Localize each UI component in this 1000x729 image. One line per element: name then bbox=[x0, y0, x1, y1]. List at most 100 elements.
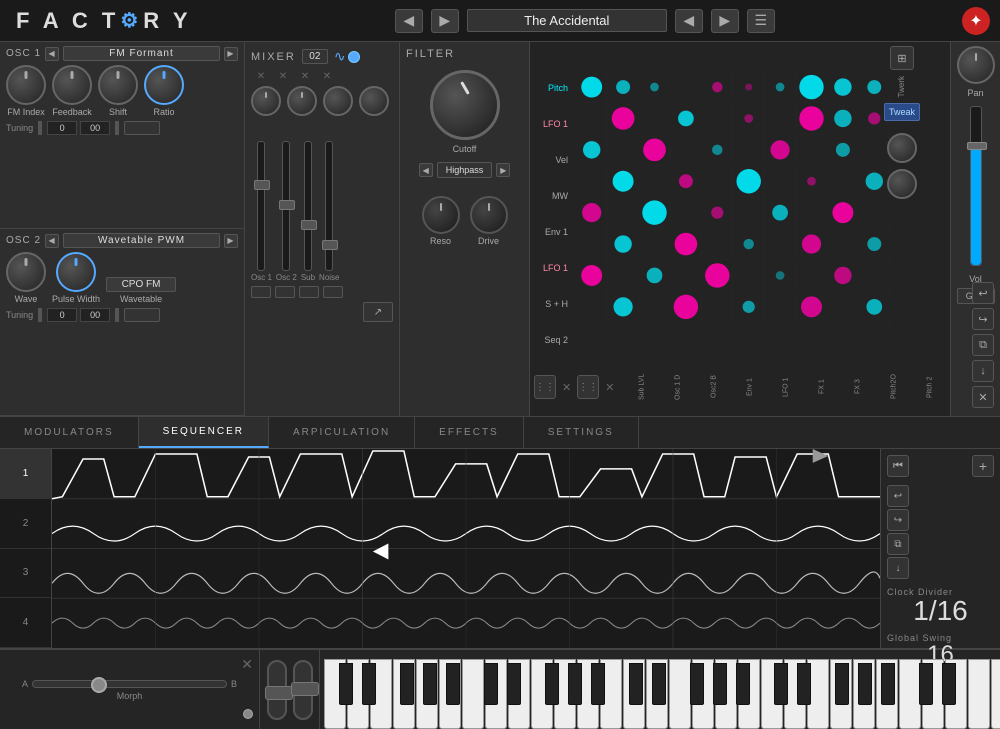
tab-sequencer[interactable]: SEQUENCER bbox=[139, 417, 269, 448]
osc1-prev-btn[interactable]: ◀ bbox=[45, 47, 59, 61]
key-black-1[interactable] bbox=[339, 663, 353, 705]
key-black-17[interactable] bbox=[797, 663, 811, 705]
morph-slider[interactable] bbox=[32, 680, 227, 688]
mixer-mute-osc1[interactable]: ✕ bbox=[251, 71, 271, 82]
key-black-11[interactable] bbox=[629, 663, 643, 705]
mixer-mute-osc2[interactable]: ✕ bbox=[273, 71, 293, 82]
seq-row-1[interactable]: 1 bbox=[0, 449, 51, 499]
mixer-number[interactable]: 02 bbox=[302, 49, 328, 64]
back-button[interactable]: ◀ bbox=[395, 9, 423, 33]
osc1-type[interactable]: FM Formant bbox=[63, 46, 220, 61]
key-black-10[interactable] bbox=[591, 663, 605, 705]
mixer-mute-sub[interactable]: ✕ bbox=[295, 71, 315, 82]
mixer-circle-icon[interactable] bbox=[348, 51, 360, 63]
forward-button[interactable]: ▶ bbox=[431, 9, 459, 33]
key-black-18[interactable] bbox=[835, 663, 849, 705]
mixer-fader-track-osc2[interactable] bbox=[282, 141, 290, 271]
seq-side-icon-5[interactable]: ✕ bbox=[972, 386, 994, 408]
mod-wheel-thumb[interactable] bbox=[291, 682, 319, 696]
tab-settings[interactable]: SETTINGS bbox=[524, 417, 639, 448]
pan-knob[interactable] bbox=[957, 46, 995, 84]
seq-side-icon-1[interactable]: ↩ bbox=[972, 282, 994, 304]
filter-next-btn[interactable]: ▶ bbox=[496, 163, 510, 177]
mixer-fader-thumb-osc2[interactable] bbox=[279, 200, 295, 210]
key-black-8[interactable] bbox=[545, 663, 559, 705]
osc1-tuning-piano[interactable] bbox=[124, 121, 160, 135]
seq-side-icon-4[interactable]: ↓ bbox=[972, 360, 994, 382]
mixer-route-btn[interactable]: ↗ bbox=[363, 302, 393, 322]
seq-side-icon-3[interactable]: ⧉ bbox=[972, 334, 994, 356]
osc1-feedback-knob[interactable] bbox=[52, 65, 92, 105]
tab-effects[interactable]: EFFECTS bbox=[415, 417, 524, 448]
osc2-tuning-piano[interactable] bbox=[124, 308, 160, 322]
osc1-tuning-coarse[interactable]: 0 bbox=[47, 121, 77, 135]
osc1-ratio-knob[interactable] bbox=[144, 65, 184, 105]
filter-reso-knob[interactable] bbox=[422, 196, 460, 234]
key-black-15[interactable] bbox=[736, 663, 750, 705]
seq-icon-1[interactable]: ↩ bbox=[887, 485, 909, 507]
osc1-shift-knob[interactable] bbox=[98, 65, 138, 105]
mod-knob-2[interactable] bbox=[887, 169, 917, 199]
mod-knob-1[interactable] bbox=[887, 133, 917, 163]
seq-row-2[interactable]: 2 bbox=[0, 499, 51, 549]
mixer-fader-track-osc1[interactable] bbox=[257, 141, 265, 271]
mixer-wave-icon[interactable]: ∿ bbox=[334, 48, 346, 65]
mixer-pan-osc2[interactable] bbox=[287, 86, 317, 116]
morph-close-btn[interactable]: ✕ bbox=[241, 656, 253, 673]
mixer-pan-osc1[interactable] bbox=[251, 86, 281, 116]
tweak-button[interactable]: Tweak bbox=[884, 103, 920, 121]
mixer-fader-thumb-noise[interactable] bbox=[322, 240, 338, 250]
mod-right-btn-1[interactable]: ⊞ bbox=[890, 46, 914, 70]
morph-dot-btn[interactable] bbox=[243, 709, 253, 719]
mixer-btn-2[interactable] bbox=[275, 286, 295, 298]
key-black-9[interactable] bbox=[568, 663, 582, 705]
key-black-14[interactable] bbox=[713, 663, 727, 705]
osc2-next-btn[interactable]: ▶ bbox=[224, 234, 238, 248]
mixer-btn-4[interactable] bbox=[323, 286, 343, 298]
mod-bottom-x-1[interactable]: ✕ bbox=[562, 381, 571, 394]
mixer-pan-noise[interactable] bbox=[359, 86, 389, 116]
vol-fader-thumb[interactable] bbox=[967, 142, 987, 150]
tab-arpiculation[interactable]: ARPICULATION bbox=[269, 417, 415, 448]
key-black-2[interactable] bbox=[362, 663, 376, 705]
mixer-btn-1[interactable] bbox=[251, 286, 271, 298]
key-black-13[interactable] bbox=[690, 663, 704, 705]
key-black-21[interactable] bbox=[919, 663, 933, 705]
tab-modulators[interactable]: MODULATORS bbox=[0, 417, 139, 448]
osc1-tuning-fine[interactable]: 00 bbox=[80, 121, 110, 135]
key-white-7[interactable] bbox=[462, 659, 484, 729]
mixer-mute-noise[interactable]: ✕ bbox=[317, 71, 337, 82]
key-black-5[interactable] bbox=[446, 663, 460, 705]
mod-bottom-icon-1[interactable]: ⋮⋮ bbox=[534, 375, 556, 399]
key-white-29[interactable] bbox=[968, 659, 990, 729]
osc1-next-btn[interactable]: ▶ bbox=[224, 47, 238, 61]
mixer-fader-thumb-sub[interactable] bbox=[301, 220, 317, 230]
next-preset-button[interactable]: ▶ bbox=[711, 9, 739, 33]
osc2-prev-btn[interactable]: ◀ bbox=[45, 234, 59, 248]
mixer-fader-thumb-osc1[interactable] bbox=[254, 180, 270, 190]
filter-type[interactable]: Highpass bbox=[437, 162, 493, 178]
key-black-12[interactable] bbox=[652, 663, 666, 705]
osc2-wavetable-btn[interactable]: CPO FM bbox=[106, 277, 176, 292]
mixer-btn-3[interactable] bbox=[299, 286, 319, 298]
osc2-tuning-coarse[interactable]: 0 bbox=[47, 308, 77, 322]
morph-slider-thumb[interactable] bbox=[91, 677, 107, 693]
vol-fader-track[interactable] bbox=[970, 106, 982, 266]
key-black-19[interactable] bbox=[858, 663, 872, 705]
pitch-wheel-thumb[interactable] bbox=[265, 686, 293, 700]
filter-cutoff-knob[interactable] bbox=[430, 70, 500, 140]
osc2-pw-knob[interactable] bbox=[56, 252, 96, 292]
mixer-fader-track-noise[interactable] bbox=[325, 141, 333, 271]
key-black-20[interactable] bbox=[881, 663, 895, 705]
mixer-fader-track-sub[interactable] bbox=[304, 141, 312, 271]
filter-prev-btn[interactable]: ◀ bbox=[419, 163, 433, 177]
mod-bottom-x-2[interactable]: ✕ bbox=[605, 381, 614, 394]
seq-side-icon-2[interactable]: ↪ bbox=[972, 308, 994, 330]
prev-preset-button[interactable]: ◀ bbox=[675, 9, 703, 33]
osc1-fm-index-knob[interactable] bbox=[6, 65, 46, 105]
key-black-4[interactable] bbox=[423, 663, 437, 705]
key-black-22[interactable] bbox=[942, 663, 956, 705]
seq-row-4[interactable]: 4 bbox=[0, 598, 51, 648]
seq-row-3[interactable]: 3 bbox=[0, 549, 51, 599]
filter-drive-knob[interactable] bbox=[470, 196, 508, 234]
